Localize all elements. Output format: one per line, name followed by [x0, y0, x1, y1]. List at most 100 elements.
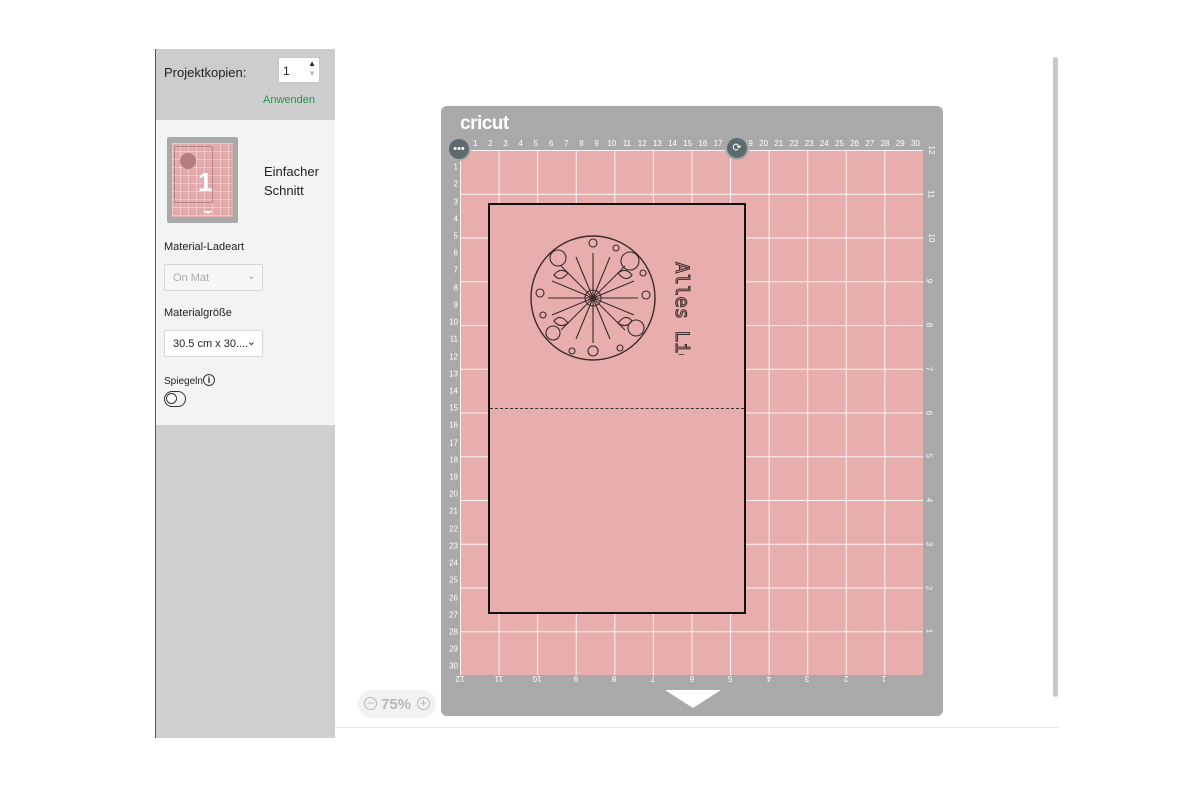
mat-thumbnail-notch	[203, 211, 213, 214]
left-ruler-tick: 21	[449, 506, 458, 516]
cutting-mat: cricut 123456789101112131415161718192021…	[441, 106, 943, 716]
top-ruler-tick: 16	[698, 139, 708, 148]
mat-number: 1	[198, 167, 213, 197]
decrement-arrow-icon[interactable]: ▼	[308, 69, 316, 79]
bottom-ruler-tick: 2	[843, 674, 849, 683]
top-ruler-tick: 20	[759, 139, 769, 148]
top-ruler-tick: 13	[652, 139, 662, 148]
top-ruler-tick: 22	[789, 139, 799, 148]
left-ruler: 1 2 3 4 5 6 7 8 9 10 11 12 13 14 15 16 17 18 19 20 21 22 23 24 2…	[444, 150, 458, 675]
top-ruler-tick: 23	[804, 139, 814, 148]
left-ruler-tick: 27	[449, 610, 458, 620]
mat-grid: Alles Liebe	[460, 150, 923, 675]
canvas-bottom-border	[335, 727, 1059, 728]
mat-thumbnail-design	[180, 153, 196, 169]
apply-button[interactable]: Anwenden	[263, 94, 315, 106]
flower-mandala-design	[530, 235, 656, 361]
left-ruler-tick: 19	[449, 472, 458, 482]
top-ruler-tick: 17	[713, 139, 723, 148]
load-type-label: Material-Ladeart	[164, 241, 245, 253]
rotate-icon[interactable]: ⟳	[727, 138, 747, 158]
right-ruler-tick: 8	[924, 322, 934, 328]
alles-liebe-text: Alles Liebe	[671, 262, 693, 355]
top-ruler-tick: 4	[518, 139, 523, 148]
material-size-select[interactable]: 30.5 cm x 30.... ⌄	[164, 330, 263, 357]
mirror-label: Spiegeln	[164, 376, 203, 387]
left-ruler-tick: 26	[449, 593, 458, 603]
top-ruler-tick: 14	[668, 139, 677, 148]
left-ruler-tick: 25	[449, 575, 458, 585]
more-options-icon[interactable]: •••	[449, 139, 469, 159]
cut-type-title: Einfacher Schnitt	[264, 164, 319, 198]
load-type-value: On Mat	[173, 272, 210, 284]
left-ruler-tick: 22	[449, 524, 458, 534]
right-ruler-tick: 5	[924, 454, 934, 459]
zoom-control: − 75% +	[358, 690, 436, 718]
vertical-scrollbar[interactable]	[1053, 57, 1058, 697]
right-ruler-tick: 11	[926, 189, 936, 198]
right-ruler-tick: 3	[924, 541, 934, 546]
cricut-logo: cricut	[460, 113, 509, 134]
top-ruler-tick: 5	[533, 139, 539, 148]
material-size-label: Materialgröße	[164, 307, 232, 319]
right-ruler-tick: 12	[926, 145, 936, 155]
bottom-ruler-tick: 8	[612, 674, 617, 683]
left-ruler-tick: 20	[449, 489, 458, 499]
left-ruler-tick: 2	[453, 179, 458, 189]
right-ruler-tick: 4	[924, 497, 934, 503]
right-ruler-tick: 2	[924, 585, 934, 590]
left-ruler-tick: 13	[449, 369, 458, 379]
left-ruler-tick: 4	[453, 214, 458, 224]
card-design[interactable]: Alles Liebe	[488, 203, 746, 614]
top-ruler-tick: 29	[895, 139, 905, 148]
zoom-in-icon[interactable]: +	[417, 697, 430, 710]
left-ruler-tick: 1	[453, 162, 458, 172]
right-ruler-tick: 1	[924, 629, 934, 634]
bottom-ruler-tick: 5	[727, 674, 733, 683]
left-ruler-tick: 29	[449, 644, 458, 654]
toggle-knob	[166, 393, 177, 404]
zoom-out-icon[interactable]: −	[364, 697, 377, 710]
left-ruler-tick: 6	[453, 248, 458, 258]
left-ruler-tick: 10	[449, 317, 458, 327]
left-ruler-tick: 24	[449, 558, 458, 568]
left-ruler-tick: 23	[449, 541, 458, 551]
left-ruler-tick: 12	[449, 352, 458, 362]
top-ruler-tick: 28	[880, 139, 890, 148]
bottom-ruler-tick: 3	[805, 674, 810, 683]
top-ruler-tick: 27	[865, 139, 875, 148]
bottom-ruler-tick: 11	[494, 674, 503, 683]
left-ruler-tick: 14	[449, 386, 458, 396]
right-ruler: 12 11 10 9 8 7 6 5 4 3 2 1	[924, 146, 939, 675]
increment-arrow-icon[interactable]: ▲	[308, 59, 316, 69]
top-ruler-tick: 1	[472, 139, 478, 148]
top-ruler-tick: 24	[819, 139, 829, 148]
bottom-ruler-tick: 12	[455, 674, 465, 683]
project-copies-value: 1	[283, 64, 290, 78]
top-ruler-tick: 2	[488, 139, 493, 148]
alles-liebe-text-design: Alles Liebe	[671, 262, 694, 356]
info-icon[interactable]: i	[203, 374, 215, 386]
left-ruler-tick: 18	[449, 455, 458, 465]
left-ruler-tick: 9	[453, 300, 458, 310]
chevron-down-icon: ⌄	[246, 270, 256, 282]
left-ruler-tick: 3	[453, 197, 458, 207]
mat-thumbnail[interactable]: 1	[167, 137, 238, 223]
mirror-toggle[interactable]	[164, 391, 186, 407]
load-type-select: On Mat ⌄	[164, 264, 263, 291]
right-ruler-tick: 7	[924, 366, 934, 371]
left-ruler-tick: 8	[453, 283, 458, 293]
mat-thumbnail-grid: 1	[172, 143, 233, 217]
bottom-ruler-tick: 1	[882, 674, 887, 683]
left-ruler-tick: 5	[453, 231, 458, 241]
left-ruler-tick: 17	[449, 438, 458, 448]
top-ruler-tick: 7	[564, 139, 569, 148]
top-ruler-tick: 6	[548, 139, 554, 148]
left-ruler-tick: 28	[449, 627, 458, 637]
top-ruler-tick: 15	[683, 139, 693, 148]
top-ruler-tick: 25	[835, 139, 844, 148]
project-copies-input[interactable]: 1 ▲ ▼	[278, 57, 320, 83]
left-ruler-tick: 15	[449, 403, 458, 413]
bottom-ruler-tick: 6	[689, 674, 694, 683]
zoom-level: 75%	[381, 696, 412, 713]
